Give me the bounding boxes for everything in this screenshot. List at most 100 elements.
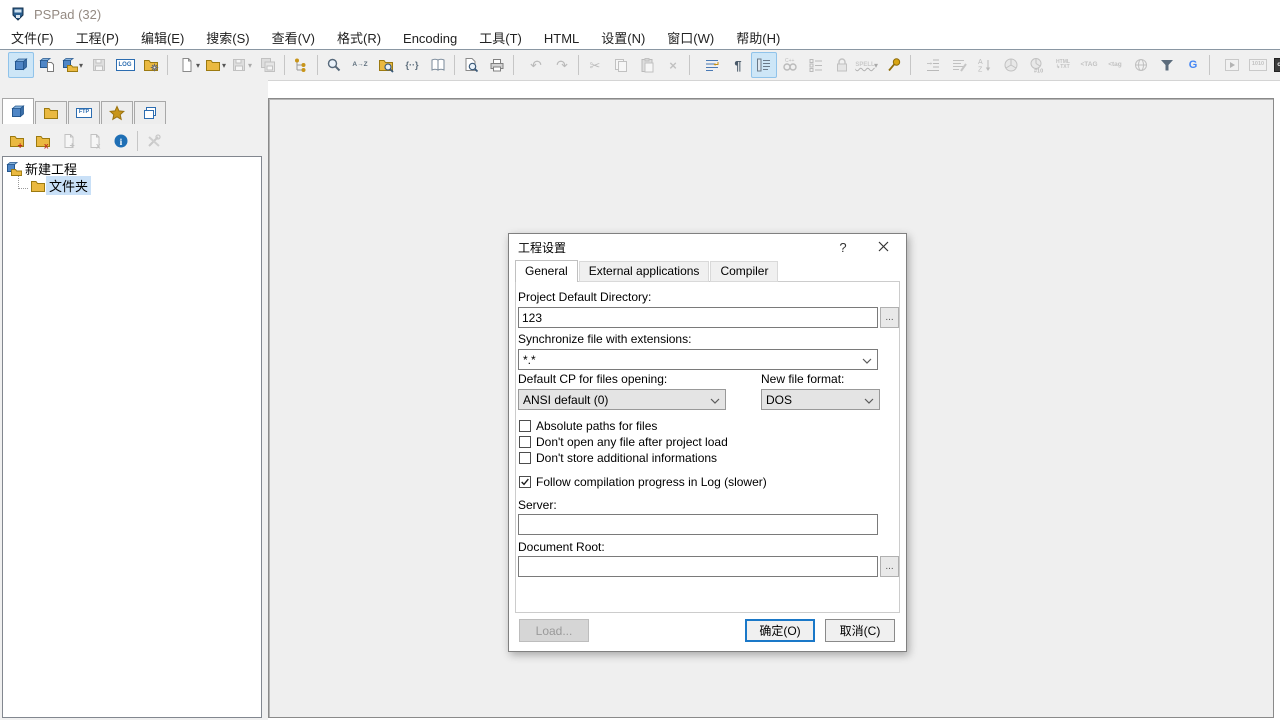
sort-button[interactable]: AZ [972, 52, 998, 78]
tab-compiler[interactable]: Compiler [710, 261, 778, 282]
dropdown-arrow-icon[interactable]: ▾ [196, 61, 200, 70]
remove-folder-button[interactable]: x [30, 128, 56, 154]
tab-general[interactable]: General [515, 260, 578, 282]
html-to-text-button[interactable]: HTML↳TXT [1050, 52, 1076, 78]
web-update-button[interactable] [1128, 52, 1154, 78]
dropdown-arrow-icon[interactable]: ▾ [79, 61, 83, 70]
project-panel-tab[interactable] [2, 98, 34, 124]
menu-encoding[interactable]: Encoding [392, 28, 468, 49]
project-dir-input[interactable] [518, 307, 878, 328]
google-search-button[interactable]: G [1180, 52, 1206, 78]
checkbox-dont-store-info[interactable]: Don't store additional informations [519, 450, 728, 466]
menu-project[interactable]: 工程(P) [65, 28, 130, 49]
dropdown-arrow-icon[interactable]: ▾ [222, 61, 226, 70]
sync-ext-combo[interactable]: *.* [518, 349, 878, 370]
tab-external-applications[interactable]: External applications [579, 261, 710, 282]
dictionary-button[interactable] [425, 52, 451, 78]
default-cp-combo[interactable]: ANSI default (0) [518, 389, 726, 410]
open-project-dropdown[interactable]: ▾ [60, 52, 86, 78]
menu-file[interactable]: 文件(F) [0, 28, 65, 49]
code-tree-button[interactable] [288, 52, 314, 78]
save-file-button[interactable]: ▾ [229, 52, 255, 78]
favorites-panel-tab[interactable] [101, 101, 133, 124]
new-file-format-combo[interactable]: DOS [761, 389, 880, 410]
indent-button[interactable] [920, 52, 946, 78]
word-wrap-button[interactable] [699, 52, 725, 78]
project-info-button[interactable]: i [108, 128, 134, 154]
show-formatting-button[interactable]: ¶ [725, 52, 751, 78]
redo-button[interactable]: ↷ [549, 52, 575, 78]
menu-search[interactable]: 搜索(S) [195, 28, 260, 49]
copy-button[interactable] [608, 52, 634, 78]
open-project-button[interactable] [34, 52, 60, 78]
cancel-button[interactable]: 取消(C) [825, 619, 895, 642]
spell-check-button[interactable]: SPELL▾ [855, 52, 881, 78]
print-preview-button[interactable] [458, 52, 484, 78]
document-root-input[interactable] [518, 556, 878, 577]
run-script-button[interactable] [1219, 52, 1245, 78]
checkbox-unchecked-icon[interactable] [519, 436, 531, 448]
cut-button[interactable]: ✂ [582, 52, 608, 78]
tag-uppercase-button[interactable]: <TAG [1076, 52, 1102, 78]
dialog-close-button[interactable] [868, 234, 898, 260]
menu-edit[interactable]: 编辑(E) [130, 28, 195, 49]
tree-item-folder[interactable]: 文件夹 [3, 177, 261, 194]
print-button[interactable] [484, 52, 510, 78]
menu-format[interactable]: 格式(R) [326, 28, 392, 49]
lock-file-button[interactable] [829, 52, 855, 78]
remove-file-button[interactable]: x [82, 128, 108, 154]
matching-brace-button[interactable]: {··} [399, 52, 425, 78]
reformat-button[interactable] [946, 52, 972, 78]
checkbox-checked-icon[interactable] [519, 476, 531, 488]
line-numbers-button[interactable] [751, 52, 777, 78]
menu-view[interactable]: 查看(V) [261, 28, 326, 49]
windows-panel-tab[interactable] [134, 101, 166, 124]
undo-button[interactable]: ↶ [523, 52, 549, 78]
menu-tools[interactable]: 工具(T) [468, 28, 533, 49]
open-file-button[interactable]: ▾ [203, 52, 229, 78]
menu-help[interactable]: 帮助(H) [725, 28, 791, 49]
html-tidy-button[interactable] [1154, 52, 1180, 78]
hex-view-button[interactable]: 1010 [1245, 52, 1271, 78]
save-all-button[interactable] [255, 52, 281, 78]
tree-item-project[interactable]: 新建工程 [3, 160, 261, 177]
checkbox-unchecked-icon[interactable] [519, 452, 531, 464]
ok-button[interactable]: 确定(O) [745, 619, 815, 642]
paste-button[interactable] [634, 52, 660, 78]
pin-button[interactable] [881, 52, 907, 78]
todo-list-button[interactable] [803, 52, 829, 78]
find-button[interactable] [321, 52, 347, 78]
ftp-panel-tab[interactable]: FTP [68, 101, 100, 124]
tag-lowercase-button[interactable]: <tag [1102, 52, 1128, 78]
checkbox-absolute-paths[interactable]: Absolute paths for files [519, 418, 728, 434]
color-wheel-button[interactable] [998, 52, 1024, 78]
files-panel-tab[interactable] [35, 101, 67, 124]
project-tools-button[interactable] [141, 128, 167, 154]
dropdown-arrow-icon[interactable]: ▾ [248, 61, 252, 70]
server-input[interactable] [518, 514, 878, 535]
save-project-button[interactable] [86, 52, 112, 78]
delete-button[interactable]: × [660, 52, 686, 78]
new-project-button[interactable] [8, 52, 34, 78]
project-dir-browse-button[interactable]: ... [880, 307, 899, 328]
checkbox-unchecked-icon[interactable] [519, 420, 531, 432]
menu-html[interactable]: HTML [533, 28, 590, 49]
code-explorer-button[interactable]: C++ [777, 52, 803, 78]
dialog-help-button[interactable]: ? [828, 234, 858, 260]
document-root-browse-button[interactable]: ... [880, 556, 899, 577]
console-icon: C:\. [1276, 57, 1280, 73]
find-in-files-button[interactable] [373, 52, 399, 78]
menu-window[interactable]: 窗口(W) [656, 28, 725, 49]
log-window-button[interactable]: LOG [112, 52, 138, 78]
load-button[interactable]: Load... [519, 619, 589, 642]
menu-settings[interactable]: 设置(N) [590, 28, 656, 49]
replace-button[interactable]: A→Z [347, 52, 373, 78]
console-button[interactable]: C:\. [1271, 52, 1280, 78]
add-folder-button[interactable]: + [4, 128, 30, 154]
add-file-button[interactable]: + [56, 128, 82, 154]
checkbox-follow-compilation[interactable]: Follow compilation progress in Log (slow… [519, 474, 767, 490]
checkbox-dont-open-files[interactable]: Don't open any file after project load [519, 434, 728, 450]
char-code-button[interactable]: #10 [1024, 52, 1050, 78]
new-file-button[interactable]: ▾ [177, 52, 203, 78]
project-settings-button[interactable] [138, 52, 164, 78]
